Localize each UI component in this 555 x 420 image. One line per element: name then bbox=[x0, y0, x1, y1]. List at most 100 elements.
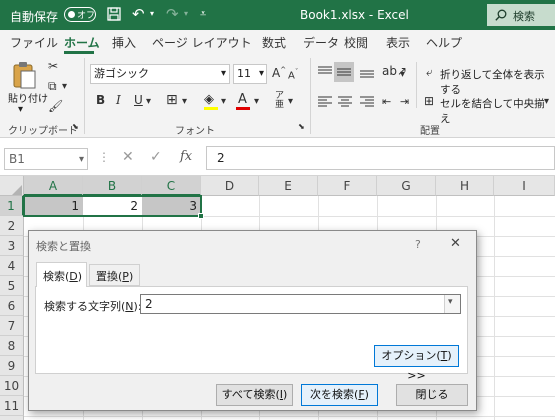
cut-icon[interactable]: ✂ bbox=[48, 60, 58, 72]
copy-icon[interactable]: ⧉ bbox=[48, 80, 57, 92]
merge-center-icon[interactable]: ⊞ bbox=[424, 95, 434, 107]
fill-color-dropdown-icon[interactable]: ▾ bbox=[221, 97, 226, 107]
fill-color-icon[interactable]: ◈ bbox=[204, 93, 214, 106]
wrap-text-button[interactable]: 折り返して全体を表示する bbox=[440, 67, 555, 97]
tab-replace[interactable]: 置換(P) bbox=[89, 264, 140, 286]
column-header-c[interactable]: C bbox=[142, 176, 201, 196]
row-header-7[interactable]: 7 bbox=[0, 316, 24, 336]
undo-icon[interactable]: ↶ bbox=[132, 5, 145, 23]
enter-icon[interactable]: ✓ bbox=[150, 150, 162, 164]
underline-icon[interactable]: U bbox=[134, 94, 143, 106]
row-header-12[interactable]: 12 bbox=[0, 416, 24, 420]
tab-insert[interactable]: 挿入 bbox=[112, 34, 136, 51]
search-box[interactable]: 検索 bbox=[487, 4, 555, 26]
font-name-value: 游ゴシック bbox=[94, 67, 149, 80]
column-header-g[interactable]: G bbox=[377, 176, 436, 196]
align-top-icon[interactable] bbox=[318, 66, 332, 78]
column-header-e[interactable]: E bbox=[259, 176, 318, 196]
clipboard-launcher-icon[interactable]: ⬊ bbox=[72, 123, 79, 131]
find-history-dropdown[interactable]: ▾ bbox=[444, 295, 460, 313]
row-header-6[interactable]: 6 bbox=[0, 296, 24, 316]
customize-qat-icon[interactable]: ⩡ bbox=[200, 7, 206, 21]
chevron-down-icon: ▾ bbox=[78, 154, 84, 165]
tab-file[interactable]: ファイル bbox=[10, 34, 58, 51]
options-button[interactable]: オプション(T) >> bbox=[374, 345, 459, 382]
merge-center-button[interactable]: セルを結合して中央揃え bbox=[440, 96, 555, 126]
tab-review[interactable]: 校閲 bbox=[344, 34, 368, 51]
paste-icon[interactable] bbox=[12, 60, 38, 90]
search-label: 検索 bbox=[513, 10, 535, 23]
row-header-10[interactable]: 10 bbox=[0, 376, 24, 396]
autosave-toggle[interactable]: オフ bbox=[64, 7, 96, 22]
dialog-title: 検索と置換 bbox=[36, 240, 91, 253]
name-box[interactable]: B1 ▾ bbox=[4, 148, 88, 170]
autosave-label: 自動保存 bbox=[10, 10, 59, 24]
phonetic-dropdown-icon[interactable]: ▾ bbox=[288, 97, 293, 107]
toggle-knob bbox=[68, 11, 75, 18]
row-header-2[interactable]: 2 bbox=[0, 216, 24, 236]
merge-dropdown-icon[interactable]: ▾ bbox=[544, 97, 549, 107]
row-header-1[interactable]: 1 bbox=[0, 196, 24, 216]
borders-icon[interactable]: ⊞ bbox=[166, 93, 178, 107]
column-header-h[interactable]: H bbox=[436, 176, 494, 196]
font-size-combo[interactable]: 11 ▾ bbox=[233, 64, 267, 84]
orientation-dropdown-icon[interactable]: ▾ bbox=[400, 70, 405, 80]
row-header-11[interactable]: 11 bbox=[0, 396, 24, 416]
font-color-dropdown-icon[interactable]: ▾ bbox=[254, 97, 259, 107]
decrease-indent-icon[interactable]: ⇤ bbox=[382, 96, 391, 107]
fill-handle[interactable] bbox=[198, 213, 204, 219]
font-name-combo[interactable]: 游ゴシック ▾ bbox=[90, 64, 230, 84]
increase-font-size-icon[interactable]: A^ bbox=[272, 67, 286, 80]
close-button[interactable]: 閉じる bbox=[396, 384, 468, 406]
font-launcher-icon[interactable]: ⬊ bbox=[298, 123, 305, 131]
align-left-icon[interactable] bbox=[318, 96, 332, 108]
align-center-icon[interactable] bbox=[338, 96, 352, 108]
tab-find[interactable]: 検索(D) bbox=[36, 262, 87, 287]
row-header-3[interactable]: 3 bbox=[0, 236, 24, 256]
row-header-4[interactable]: 4 bbox=[0, 256, 24, 276]
insert-function-icon[interactable]: fx bbox=[180, 150, 192, 163]
wrap-text-icon[interactable]: ⤶ bbox=[426, 66, 433, 78]
paste-label[interactable]: 貼り付け bbox=[8, 90, 48, 105]
column-header-f[interactable]: F bbox=[318, 176, 377, 196]
row-header-8[interactable]: 8 bbox=[0, 336, 24, 356]
undo-dropdown-icon[interactable]: ▾ bbox=[150, 9, 154, 18]
formula-input[interactable]: 2 bbox=[206, 146, 555, 170]
cancel-icon[interactable]: ✕ bbox=[122, 150, 134, 164]
tab-formulas[interactable]: 数式 bbox=[262, 34, 286, 51]
italic-icon[interactable]: I bbox=[116, 94, 121, 106]
borders-dropdown-icon[interactable]: ▾ bbox=[182, 97, 187, 107]
underline-dropdown-icon[interactable]: ▾ bbox=[146, 97, 151, 107]
align-middle-icon[interactable] bbox=[337, 66, 351, 78]
bold-icon[interactable]: B bbox=[96, 94, 105, 106]
help-icon[interactable]: ? bbox=[415, 238, 421, 251]
row-header-9[interactable]: 9 bbox=[0, 356, 24, 376]
find-all-button[interactable]: すべて検索(I) bbox=[216, 384, 293, 406]
save-icon[interactable] bbox=[107, 7, 121, 21]
align-right-icon[interactable] bbox=[360, 96, 374, 108]
column-header-i[interactable]: I bbox=[494, 176, 555, 196]
font-color-icon[interactable]: A bbox=[238, 93, 247, 106]
tab-home[interactable]: ホーム bbox=[64, 34, 100, 51]
align-bottom-icon[interactable] bbox=[360, 66, 374, 78]
format-painter-icon[interactable]: 🖌 bbox=[48, 100, 63, 112]
group-separator bbox=[416, 62, 417, 108]
column-header-d[interactable]: D bbox=[201, 176, 259, 196]
increase-indent-icon[interactable]: ⇥ bbox=[400, 96, 409, 107]
find-what-input[interactable]: 2 ▾ bbox=[140, 294, 461, 314]
tab-data[interactable]: データ bbox=[303, 34, 339, 51]
tab-view[interactable]: 表示 bbox=[386, 34, 410, 51]
row-header-5[interactable]: 5 bbox=[0, 276, 24, 296]
find-next-button[interactable]: 次を検索(F) bbox=[301, 384, 378, 406]
tab-page-layout[interactable]: ページ レイアウト bbox=[152, 34, 252, 51]
select-all-corner[interactable] bbox=[0, 176, 24, 196]
copy-dropdown-icon[interactable]: ▾ bbox=[62, 82, 67, 92]
decrease-font-size-icon[interactable]: Aˇ bbox=[288, 69, 298, 81]
column-header-a[interactable]: A bbox=[24, 176, 83, 196]
close-icon[interactable]: ✕ bbox=[450, 236, 461, 251]
paste-dropdown-icon[interactable]: ▾ bbox=[18, 104, 23, 115]
column-header-b[interactable]: B bbox=[83, 176, 142, 196]
tab-help[interactable]: ヘルプ bbox=[426, 34, 462, 51]
group-separator bbox=[310, 58, 311, 134]
phonetic-guide-icon[interactable]: ア亜 bbox=[275, 92, 284, 110]
